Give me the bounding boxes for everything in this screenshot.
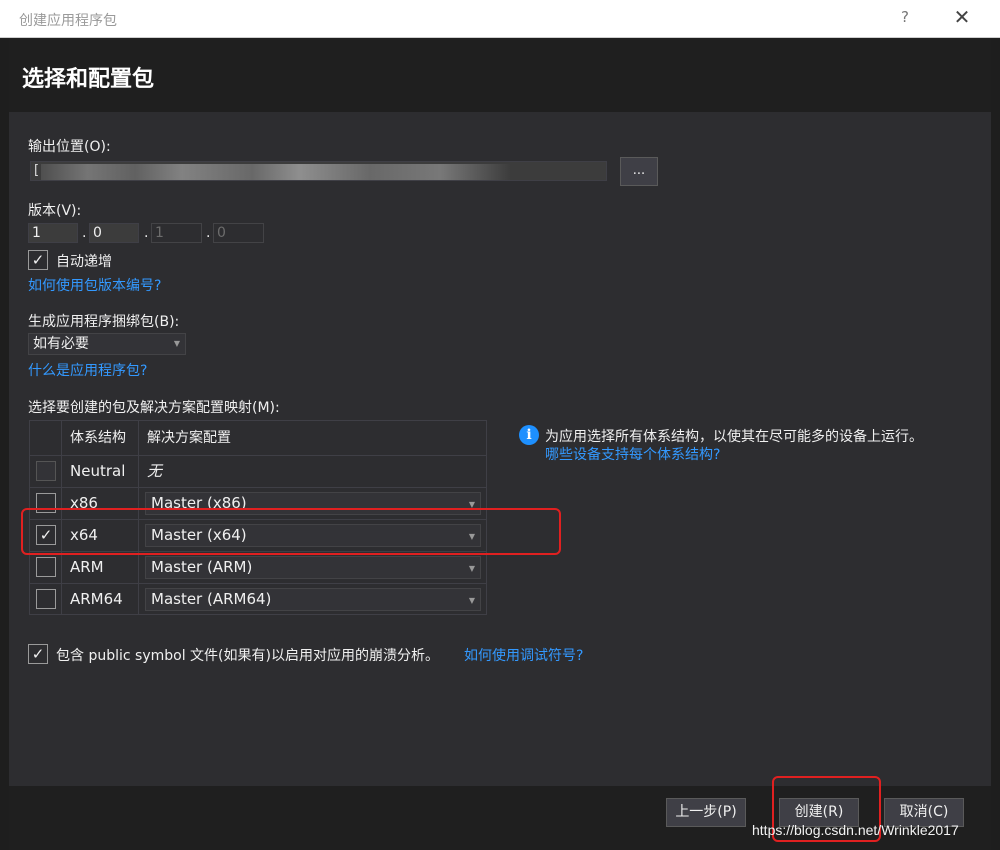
version-separator: . <box>206 225 211 241</box>
table-row: ARM Master (ARM) ▼ <box>30 552 486 584</box>
row-checkbox-x64[interactable]: ✓ <box>36 525 56 545</box>
checkmark-icon: ✓ <box>31 645 45 663</box>
output-location-label: 输出位置(O): <box>28 139 111 155</box>
arch-cell: Neutral <box>62 456 139 487</box>
dialog: 选择和配置包 输出位置(O): [ ... 版本(V): 1 . 0 . 1 .… <box>9 38 991 850</box>
checkmark-icon: ✓ <box>31 251 45 269</box>
arch-cell: ARM <box>62 552 139 583</box>
table-row: x86 Master (x86) ▼ <box>30 488 486 520</box>
symbols-help-link[interactable]: 如何使用调试符号? <box>464 645 583 665</box>
bundle-select[interactable]: 如有必要 ▼ <box>28 333 186 355</box>
version-help-link[interactable]: 如何使用包版本编号? <box>28 275 161 295</box>
config-select-value: Master (ARM) <box>151 558 253 576</box>
checkmark-icon: ✓ <box>39 526 53 544</box>
row-checkbox-arm[interactable] <box>36 557 56 577</box>
table-header-row: 体系结构 解决方案配置 <box>30 421 486 456</box>
title-bar: 创建应用程序包 ? ✕ <box>0 0 1000 38</box>
config-select-value: Master (ARM64) <box>151 590 272 608</box>
watermark-text: https://blog.csdn.net/Wrinkle2017 <box>752 822 959 838</box>
bundle-label: 生成应用程序捆绑包(B): <box>28 314 180 330</box>
config-select-x64[interactable]: Master (x64) ▼ <box>145 524 481 547</box>
config-select-x86[interactable]: Master (x86) ▼ <box>145 492 481 515</box>
version-separator: . <box>144 225 149 241</box>
table-row: Neutral 无 <box>30 456 486 488</box>
arch-cell: ARM64 <box>62 584 139 615</box>
redacted-path <box>41 164 511 180</box>
config-select-value: Master (x64) <box>151 526 247 544</box>
bundle-help-link[interactable]: 什么是应用程序包? <box>28 360 147 380</box>
back-button[interactable]: 上一步(P) <box>666 798 746 827</box>
chevron-down-icon: ▼ <box>468 532 475 541</box>
include-symbols-label: 包含 public symbol 文件(如果有)以启用对应用的崩溃分析。 <box>56 648 439 664</box>
version-revision-input: 0 <box>213 223 264 243</box>
table-row: ARM64 Master (ARM64) ▼ <box>30 584 486 616</box>
arch-cell: x64 <box>62 520 139 551</box>
arch-cell: x86 <box>62 488 139 519</box>
mapping-label: 选择要创建的包及解决方案配置映射(M): <box>28 400 280 416</box>
bundle-select-value: 如有必要 <box>33 336 89 352</box>
close-button[interactable]: ✕ <box>950 5 974 31</box>
auto-increment-label: 自动递增 <box>56 254 112 270</box>
version-major-input[interactable]: 1 <box>28 223 78 243</box>
include-symbols-checkbox[interactable]: ✓ <box>28 644 48 664</box>
column-header-config: 解决方案配置 <box>147 430 231 446</box>
browse-button[interactable]: ... <box>620 157 658 186</box>
chevron-down-icon: ▼ <box>468 596 475 605</box>
header-checkbox-cell <box>30 421 62 455</box>
page-title: 选择和配置包 <box>22 67 155 92</box>
version-minor-input[interactable]: 0 <box>89 223 139 243</box>
info-text: 为应用选择所有体系结构，以使其在尽可能多的设备上运行。 <box>545 429 923 445</box>
dialog-header: 选择和配置包 <box>9 38 991 112</box>
config-select-arm64[interactable]: Master (ARM64) ▼ <box>145 588 481 611</box>
row-checkbox-arm64[interactable] <box>36 589 56 609</box>
output-location-input[interactable]: [ <box>30 161 607 181</box>
config-select-value: Master (x86) <box>151 494 247 512</box>
window-title: 创建应用程序包 <box>19 13 117 29</box>
chevron-down-icon: ▼ <box>173 339 180 348</box>
config-select-arm[interactable]: Master (ARM) ▼ <box>145 556 481 579</box>
config-cell: 无 <box>147 462 163 480</box>
chevron-down-icon: ▼ <box>468 564 475 573</box>
table-row: ✓ x64 Master (x64) ▼ <box>30 520 486 552</box>
column-header-arch: 体系结构 <box>62 421 139 455</box>
row-checkbox-neutral <box>36 461 56 481</box>
info-icon: i <box>519 425 539 445</box>
mapping-table: 体系结构 解决方案配置 Neutral 无 x86 Master (x86) ▼ … <box>29 420 487 615</box>
version-separator: . <box>82 225 87 241</box>
version-build-input: 1 <box>151 223 202 243</box>
version-label: 版本(V): <box>28 203 82 219</box>
output-location-value: [ <box>34 163 40 178</box>
help-button[interactable]: ? <box>896 8 914 28</box>
chevron-down-icon: ▼ <box>468 500 475 509</box>
architecture-help-link[interactable]: 哪些设备支持每个体系结构? <box>545 444 720 464</box>
row-checkbox-x86[interactable] <box>36 493 56 513</box>
auto-increment-checkbox[interactable]: ✓ <box>28 250 48 270</box>
